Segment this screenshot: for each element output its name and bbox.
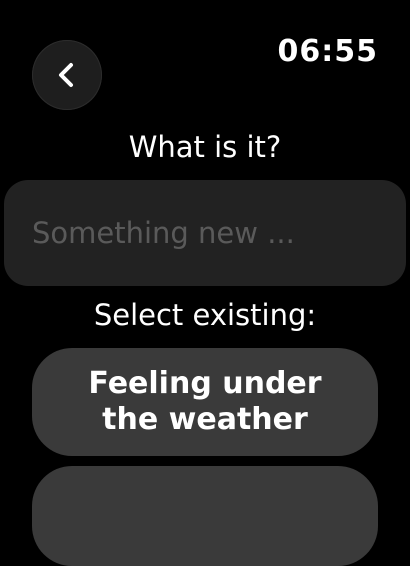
option-label: Feeling under the weather xyxy=(88,366,322,437)
back-button[interactable] xyxy=(32,40,102,110)
chevron-left-icon xyxy=(53,61,81,89)
clock-time: 06:55 xyxy=(277,34,378,69)
option-button[interactable] xyxy=(32,466,378,566)
select-existing-label: Select existing: xyxy=(93,298,317,332)
new-item-placeholder: Something new ... xyxy=(32,216,295,250)
option-button[interactable]: Feeling under the weather xyxy=(32,348,378,456)
new-item-input[interactable]: Something new ... xyxy=(4,180,406,286)
question-heading: What is it? xyxy=(128,130,282,164)
